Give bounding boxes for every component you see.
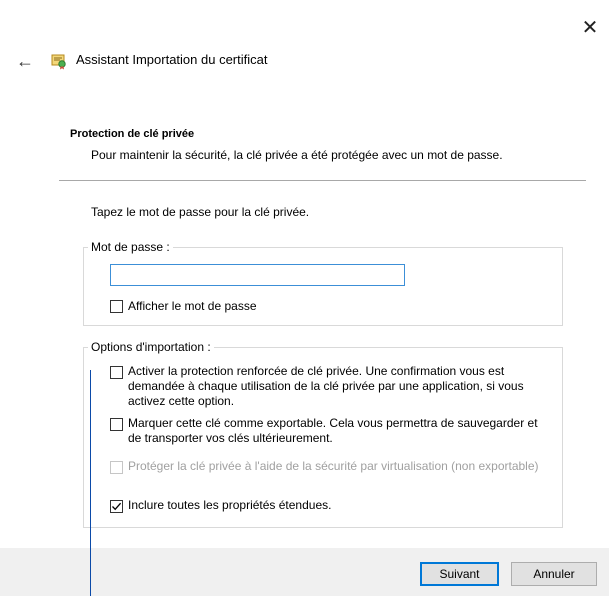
extended-properties-checkbox[interactable]	[110, 500, 123, 513]
show-password-checkbox[interactable]	[110, 300, 123, 313]
back-arrow-icon[interactable]: ←	[12, 50, 38, 72]
import-options-legend: Options d'importation :	[91, 340, 211, 354]
virtualization-label: Protéger la clé privée à l'aide de la sé…	[128, 459, 539, 473]
exportable-label[interactable]: Marquer cette clé comme exportable. Cela…	[128, 416, 558, 446]
password-input[interactable]	[110, 264, 405, 286]
section-subtitle: Pour maintenir la sécurité, la clé privé…	[91, 148, 503, 162]
password-group-legend: Mot de passe :	[91, 240, 170, 254]
separator	[59, 180, 586, 181]
focus-guide-line	[90, 370, 91, 596]
close-icon[interactable]: ✕	[578, 16, 602, 40]
checkmark-icon	[112, 502, 122, 511]
extended-properties-label[interactable]: Inclure toutes les propriétés étendues.	[128, 498, 331, 513]
show-password-label[interactable]: Afficher le mot de passe	[128, 299, 257, 314]
strong-protection-label[interactable]: Activer la protection renforcée de clé p…	[128, 364, 558, 409]
exportable-checkbox[interactable]	[110, 418, 123, 431]
wizard-title: Assistant Importation du certificat	[76, 52, 268, 67]
password-prompt: Tapez le mot de passe pour la clé privée…	[91, 205, 310, 219]
cancel-button[interactable]: Annuler	[511, 562, 597, 586]
certificate-icon	[50, 52, 68, 70]
strong-protection-checkbox[interactable]	[110, 366, 123, 379]
next-button[interactable]: Suivant	[420, 562, 499, 586]
virtualization-checkbox	[110, 461, 123, 474]
section-title: Protection de clé privée	[70, 128, 195, 140]
